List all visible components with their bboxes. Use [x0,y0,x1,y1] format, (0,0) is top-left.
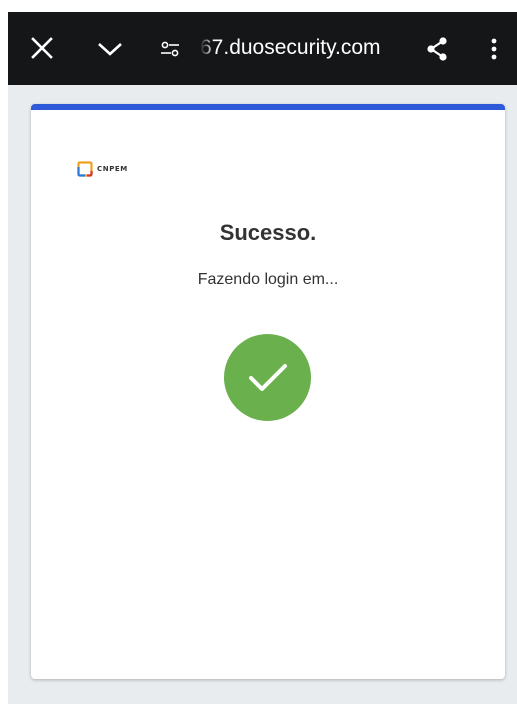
chevron-down-icon[interactable] [97,38,123,60]
url-fade [200,34,214,64]
cnpem-logo-mark [77,161,93,177]
browser-toolbar: 67.duosecurity.com [8,12,517,85]
tune-icon[interactable] [160,41,180,57]
close-icon[interactable] [30,36,54,60]
page-title: Sucesso. [219,220,317,245]
checkmark-icon [248,363,287,391]
url-text[interactable]: 67.duosecurity.com [200,35,405,61]
page-background: CNPEM Sucesso. Fazendo login em... [8,85,517,704]
more-vert-icon[interactable] [487,36,501,62]
share-icon[interactable] [424,36,450,62]
cnpem-logo: CNPEM [77,161,128,177]
card-accent-bar [31,104,505,110]
login-status-card: CNPEM Sucesso. Fazendo login em... [31,104,505,679]
status-message: Fazendo login em... [197,271,339,288]
success-badge [224,334,311,421]
logo-text: CNPEM [97,165,128,173]
